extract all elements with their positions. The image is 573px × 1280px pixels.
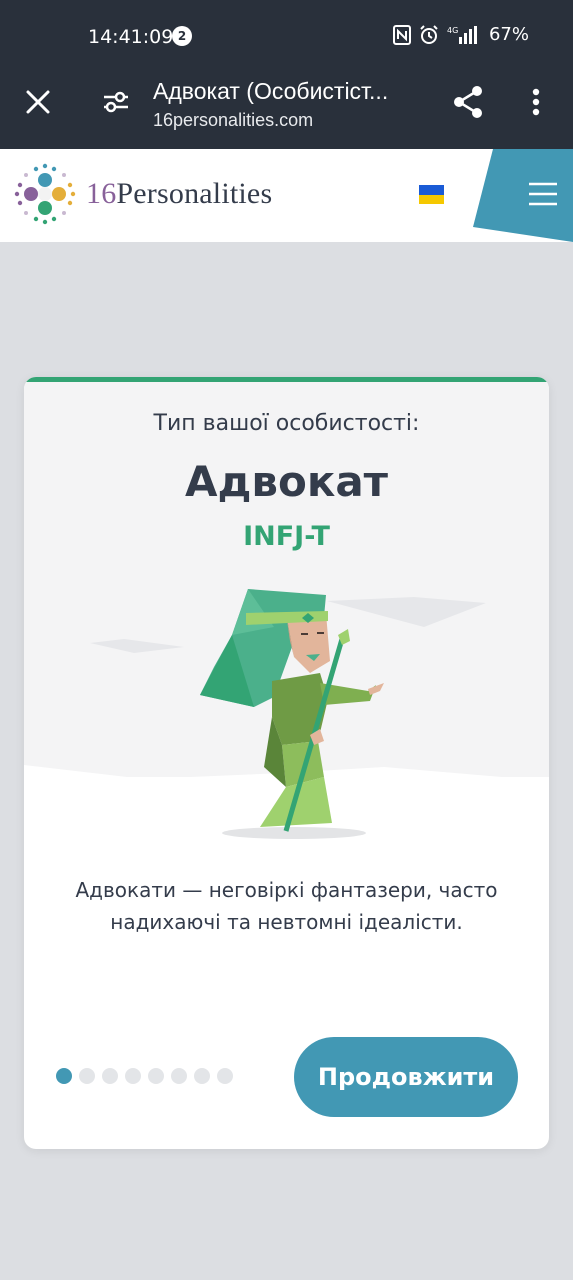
status-bar: 14:41:09 2 4G 67%	[0, 0, 573, 70]
alarm-icon	[420, 24, 438, 44]
pagination-dot[interactable]	[56, 1068, 72, 1084]
site-logo[interactable]: 16Personalities	[14, 163, 272, 225]
signal-4g-icon: 4G	[447, 25, 477, 44]
personality-description: Адвокати — неговіркі фантазери, часто на…	[75, 878, 498, 934]
close-tab-button[interactable]	[18, 82, 58, 122]
svg-text:4G: 4G	[447, 26, 458, 35]
hamburger-icon	[529, 182, 557, 206]
menu-button[interactable]	[527, 179, 559, 209]
pagination-dot[interactable]	[171, 1068, 187, 1084]
browser-chrome: 14:41:09 2 4G 67% Адвокат (Особистіст...…	[0, 0, 573, 149]
page-title: Адвокат (Особистіст...	[153, 78, 389, 104]
browser-toolbar: Адвокат (Особистіст... 16personalities.c…	[0, 70, 573, 149]
tune-icon	[104, 91, 128, 113]
pagination-dot[interactable]	[148, 1068, 164, 1084]
site-settings-button[interactable]	[96, 82, 136, 122]
site-header: 16Personalities	[0, 149, 573, 242]
pagination-dot[interactable]	[125, 1068, 141, 1084]
logo-word: Personalities	[116, 177, 273, 210]
pagination-dot[interactable]	[217, 1068, 233, 1084]
logo-number: 16	[86, 177, 117, 210]
share-icon	[454, 86, 482, 118]
notification-count-badge: 2	[172, 26, 192, 46]
continue-button[interactable]: Продовжити	[294, 1037, 518, 1117]
page-url[interactable]: 16personalities.com	[153, 110, 313, 131]
personality-type-name: Адвокат	[184, 457, 389, 506]
more-vert-icon	[532, 88, 540, 116]
advocate-character-illustration	[24, 589, 549, 847]
pagination-dot[interactable]	[102, 1068, 118, 1084]
logo-mark-icon	[14, 163, 76, 225]
personality-type-code: INFJ-T	[243, 521, 330, 552]
nfc-icon	[392, 24, 411, 45]
battery-level: 67%	[488, 24, 529, 45]
close-icon	[26, 90, 50, 114]
more-options-button[interactable]	[516, 82, 556, 122]
status-time: 14:41:09	[88, 26, 174, 48]
pagination-dot[interactable]	[194, 1068, 210, 1084]
pagination-dots	[56, 1068, 233, 1084]
status-icons: 4G 67%	[392, 24, 529, 45]
logo-text: 16Personalities	[86, 177, 272, 211]
share-button[interactable]	[448, 82, 488, 122]
pagination-dot[interactable]	[79, 1068, 95, 1084]
personality-type-label: Тип вашої особистості:	[153, 411, 420, 436]
ukraine-flag-icon[interactable]	[419, 185, 444, 204]
result-card: Тип вашої особистості: Адвокат INFJ-T Ад…	[24, 377, 549, 1149]
